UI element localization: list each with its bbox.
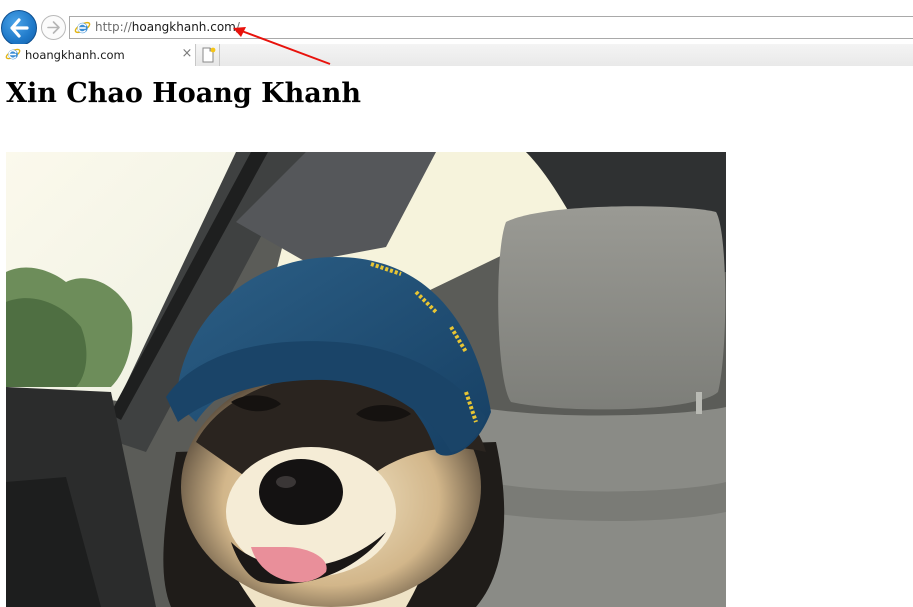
forward-arrow-icon xyxy=(47,21,60,34)
ie-icon xyxy=(74,21,91,34)
url-host: hoangkhanh.com xyxy=(131,20,236,34)
back-arrow-icon xyxy=(10,18,29,38)
page-title: Xin Chao Hoang Khanh xyxy=(6,78,362,109)
url-scheme: http:// xyxy=(95,20,132,34)
dog-in-cap-image xyxy=(6,152,726,607)
address-bar[interactable]: http://hoangkhanh.com/ xyxy=(69,16,913,39)
tab-hoangkhanh[interactable]: hoangkhanh.com × xyxy=(0,44,196,66)
ie-icon xyxy=(5,48,21,60)
annotation-arrow xyxy=(233,27,331,65)
forward-button[interactable] xyxy=(41,15,66,40)
browser-chrome: http://hoangkhanh.com/ hoangkhanh.com × xyxy=(0,0,913,66)
new-tab-button[interactable] xyxy=(197,44,220,66)
dog-photo xyxy=(6,152,726,607)
back-button[interactable] xyxy=(1,10,37,46)
tab-title: hoangkhanh.com xyxy=(25,48,125,62)
new-tab-icon xyxy=(202,47,216,63)
close-icon[interactable]: × xyxy=(181,46,193,62)
tab-strip: hoangkhanh.com × xyxy=(0,44,913,66)
url-text[interactable]: http://hoangkhanh.com/ xyxy=(95,20,240,35)
